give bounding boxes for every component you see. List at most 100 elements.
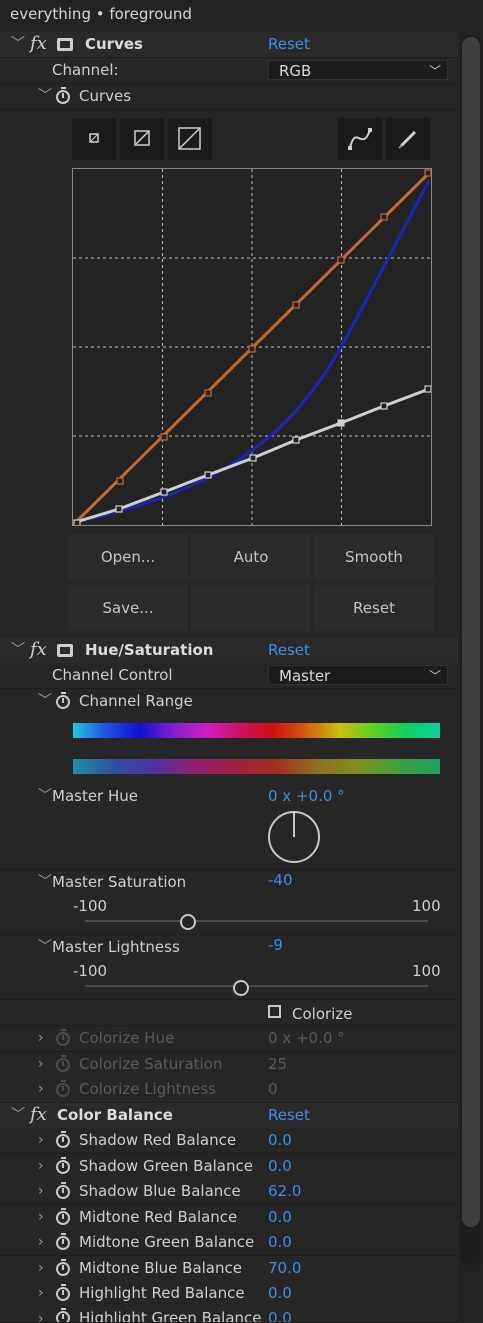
- stopwatch-icon[interactable]: [56, 1308, 70, 1322]
- chevron-down-icon[interactable]: ﹀: [38, 870, 52, 895]
- master-lightness-min: -100: [73, 962, 108, 980]
- color-balance-reset-link[interactable]: Reset: [268, 1103, 310, 1128]
- curves-channel-row: Channel: RGB ﹀: [0, 58, 458, 84]
- stopwatch-icon[interactable]: [56, 87, 70, 104]
- stopwatch-icon[interactable]: [56, 692, 70, 709]
- stopwatch-icon[interactable]: [56, 1259, 70, 1276]
- highlight-green-balance-row: › Highlight Green Balance 0.0: [0, 1303, 458, 1323]
- channel-range-top-bar[interactable]: [73, 723, 440, 738]
- param-value[interactable]: 0.0: [268, 1230, 292, 1255]
- bezier-pen-button[interactable]: [338, 118, 382, 160]
- curve-tool-large-icon: [178, 127, 201, 150]
- hue-saturation-reset-link[interactable]: Reset: [268, 638, 310, 663]
- fx-icon[interactable]: fx: [30, 31, 47, 56]
- effect-badge-icon: [57, 644, 73, 657]
- curves-graph[interactable]: [72, 168, 432, 527]
- chevron-right-icon[interactable]: ›: [38, 1077, 44, 1102]
- param-label: Highlight Green Balance: [79, 1309, 262, 1323]
- curves-reset-link[interactable]: Reset: [268, 32, 310, 57]
- chevron-right-icon[interactable]: ›: [38, 1052, 44, 1077]
- midtone-red-balance-row: › Midtone Red Balance 0.0: [0, 1205, 458, 1231]
- param-value[interactable]: 0.0: [268, 1306, 292, 1322]
- chevron-right-icon[interactable]: ›: [38, 1154, 44, 1179]
- chevron-down-icon[interactable]: ﹀: [38, 689, 52, 714]
- stopwatch-icon[interactable]: [56, 1233, 70, 1250]
- master-saturation-row: ﹀ Master Saturation -40 -100 100: [0, 870, 458, 935]
- stopwatch-icon[interactable]: [56, 1131, 70, 1148]
- master-lightness-label: Master Lightness: [52, 938, 180, 956]
- param-value[interactable]: 70.0: [268, 1256, 301, 1281]
- master-saturation-track[interactable]: [85, 920, 428, 922]
- master-lightness-track[interactable]: [85, 985, 428, 987]
- curves-reset-button[interactable]: Reset: [314, 585, 434, 631]
- stopwatch-icon[interactable]: [56, 1157, 70, 1174]
- chevron-down-icon[interactable]: ﹀: [11, 638, 25, 663]
- param-value[interactable]: 0.0: [268, 1128, 292, 1153]
- scrollbar-thumb[interactable]: [462, 37, 480, 1227]
- param-value[interactable]: 0.0: [268, 1205, 292, 1230]
- master-hue-dial[interactable]: [268, 811, 320, 863]
- open-button[interactable]: Open...: [68, 534, 188, 580]
- chevron-down-icon[interactable]: ﹀: [38, 84, 52, 109]
- pencil-button[interactable]: [386, 118, 430, 160]
- curve-tool-small-button[interactable]: [72, 118, 116, 160]
- param-label: Midtone Red Balance: [79, 1208, 238, 1226]
- fx-icon[interactable]: fx: [30, 1102, 47, 1127]
- chevron-down-icon[interactable]: ﹀: [38, 784, 52, 809]
- chevron-right-icon[interactable]: ›: [38, 1205, 44, 1230]
- channel-select[interactable]: RGB ﹀: [268, 60, 448, 80]
- chevron-right-icon[interactable]: ›: [38, 1128, 44, 1153]
- master-saturation-knob[interactable]: [180, 914, 196, 930]
- param-value[interactable]: 62.0: [268, 1179, 301, 1204]
- colorize-saturation-label: Colorize Saturation: [79, 1055, 223, 1073]
- colorize-hue-value: 0 x +0.0 °: [268, 1029, 345, 1047]
- channel-select-value: RGB: [279, 62, 312, 80]
- master-lightness-knob[interactable]: [233, 980, 249, 996]
- shadow-red-balance-row: › Shadow Red Balance 0.0: [0, 1128, 458, 1154]
- master-saturation-value[interactable]: -40: [268, 868, 293, 893]
- curves-graph-svg[interactable]: [73, 169, 432, 527]
- stopwatch-icon[interactable]: [56, 1208, 70, 1225]
- colorize-lightness-value: 0: [268, 1080, 278, 1098]
- empty-button: [191, 585, 311, 631]
- color-balance-effect-header[interactable]: ﹀ fx Color Balance Reset: [0, 1103, 458, 1129]
- chevron-down-icon[interactable]: ﹀: [11, 1103, 25, 1128]
- hue-saturation-effect-header[interactable]: ﹀ fx Hue/Saturation Reset: [0, 638, 458, 664]
- save-button[interactable]: Save...: [68, 585, 188, 631]
- stopwatch-icon[interactable]: [56, 1182, 70, 1199]
- smooth-button[interactable]: Smooth: [314, 534, 434, 580]
- channel-control-row: Channel Control Master ﹀: [0, 663, 458, 689]
- stopwatch-icon: [56, 1029, 70, 1046]
- channel-range-bottom-bar[interactable]: [73, 759, 440, 774]
- chevron-right-icon[interactable]: ›: [38, 1179, 44, 1204]
- curves-effect-header[interactable]: ﹀ fx Curves Reset: [0, 32, 458, 58]
- master-saturation-max: 100: [412, 897, 441, 915]
- colorize-saturation-row: › Colorize Saturation 25: [0, 1052, 458, 1078]
- channel-control-label: Channel Control: [52, 666, 173, 684]
- stopwatch-icon[interactable]: [56, 1284, 70, 1301]
- panel-title: everything • foreground: [10, 5, 192, 23]
- curve-tool-large-button[interactable]: [168, 118, 212, 160]
- chevron-right-icon[interactable]: ›: [38, 1026, 44, 1051]
- channel-control-select[interactable]: Master ﹀: [268, 665, 448, 685]
- scrollbar[interactable]: [460, 35, 482, 1265]
- shadow-green-balance-row: › Shadow Green Balance 0.0: [0, 1154, 458, 1180]
- dropdown-arrow-icon: ﹀: [428, 64, 441, 78]
- midtone-green-balance-row: › Midtone Green Balance 0.0: [0, 1230, 458, 1256]
- curve-tool-medium-button[interactable]: [120, 118, 164, 160]
- master-lightness-value[interactable]: -9: [268, 933, 283, 958]
- chevron-right-icon[interactable]: ›: [38, 1307, 44, 1322]
- chevron-right-icon[interactable]: ›: [38, 1230, 44, 1255]
- chevron-right-icon[interactable]: ›: [38, 1256, 44, 1281]
- colorize-checkbox[interactable]: [268, 1005, 281, 1018]
- colorize-row: Colorize: [0, 1000, 458, 1026]
- colorize-hue-label: Colorize Hue: [79, 1029, 175, 1047]
- param-value[interactable]: 0.0: [268, 1154, 292, 1179]
- param-label: Shadow Blue Balance: [79, 1182, 241, 1200]
- auto-button[interactable]: Auto: [191, 534, 311, 580]
- chevron-down-icon[interactable]: ﹀: [11, 32, 25, 57]
- master-hue-label: Master Hue: [52, 787, 139, 805]
- fx-icon[interactable]: fx: [30, 637, 47, 662]
- master-hue-value[interactable]: 0 x +0.0 °: [268, 784, 345, 809]
- chevron-down-icon[interactable]: ﹀: [38, 935, 52, 960]
